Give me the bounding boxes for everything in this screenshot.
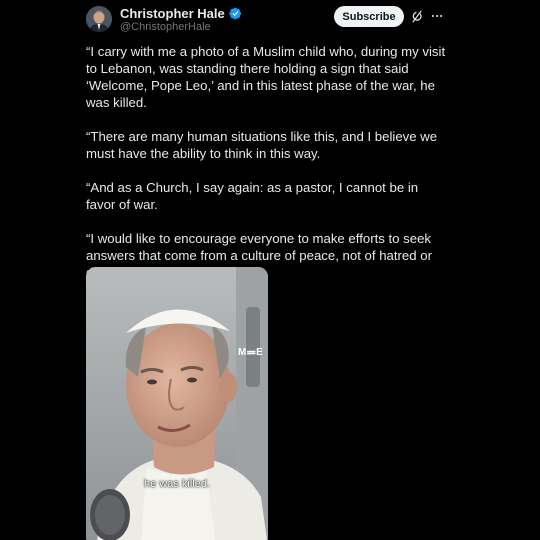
video-watermark: M⩴E xyxy=(238,347,264,358)
author-handle[interactable]: @ChristopherHale xyxy=(120,21,211,33)
author-display-name[interactable]: Christopher Hale xyxy=(120,6,225,21)
tweet-paragraph: “I carry with me a photo of a Muslim chi… xyxy=(86,44,446,110)
verified-badge-icon xyxy=(229,7,241,20)
tweet-paragraph: “And as a Church, I say again: as a past… xyxy=(86,180,419,212)
video-frame-image xyxy=(86,267,268,540)
subscribe-button[interactable]: Subscribe xyxy=(334,6,404,27)
tweet-text: “I carry with me a photo of a Muslim chi… xyxy=(86,43,446,281)
tweet-view: Christopher Hale @ChristopherHale Subscr… xyxy=(0,0,540,540)
tweet-video[interactable]: M⩴E he was killed. xyxy=(86,267,268,540)
more-options-icon[interactable] xyxy=(430,9,444,23)
grok-icon[interactable] xyxy=(410,9,425,24)
author-name-row: Christopher Hale xyxy=(120,6,242,21)
avatar[interactable] xyxy=(86,6,112,32)
video-caption: he was killed. xyxy=(143,478,211,490)
tweet-paragraph: “There are many human situations like th… xyxy=(86,129,438,161)
avatar-image xyxy=(86,6,112,32)
